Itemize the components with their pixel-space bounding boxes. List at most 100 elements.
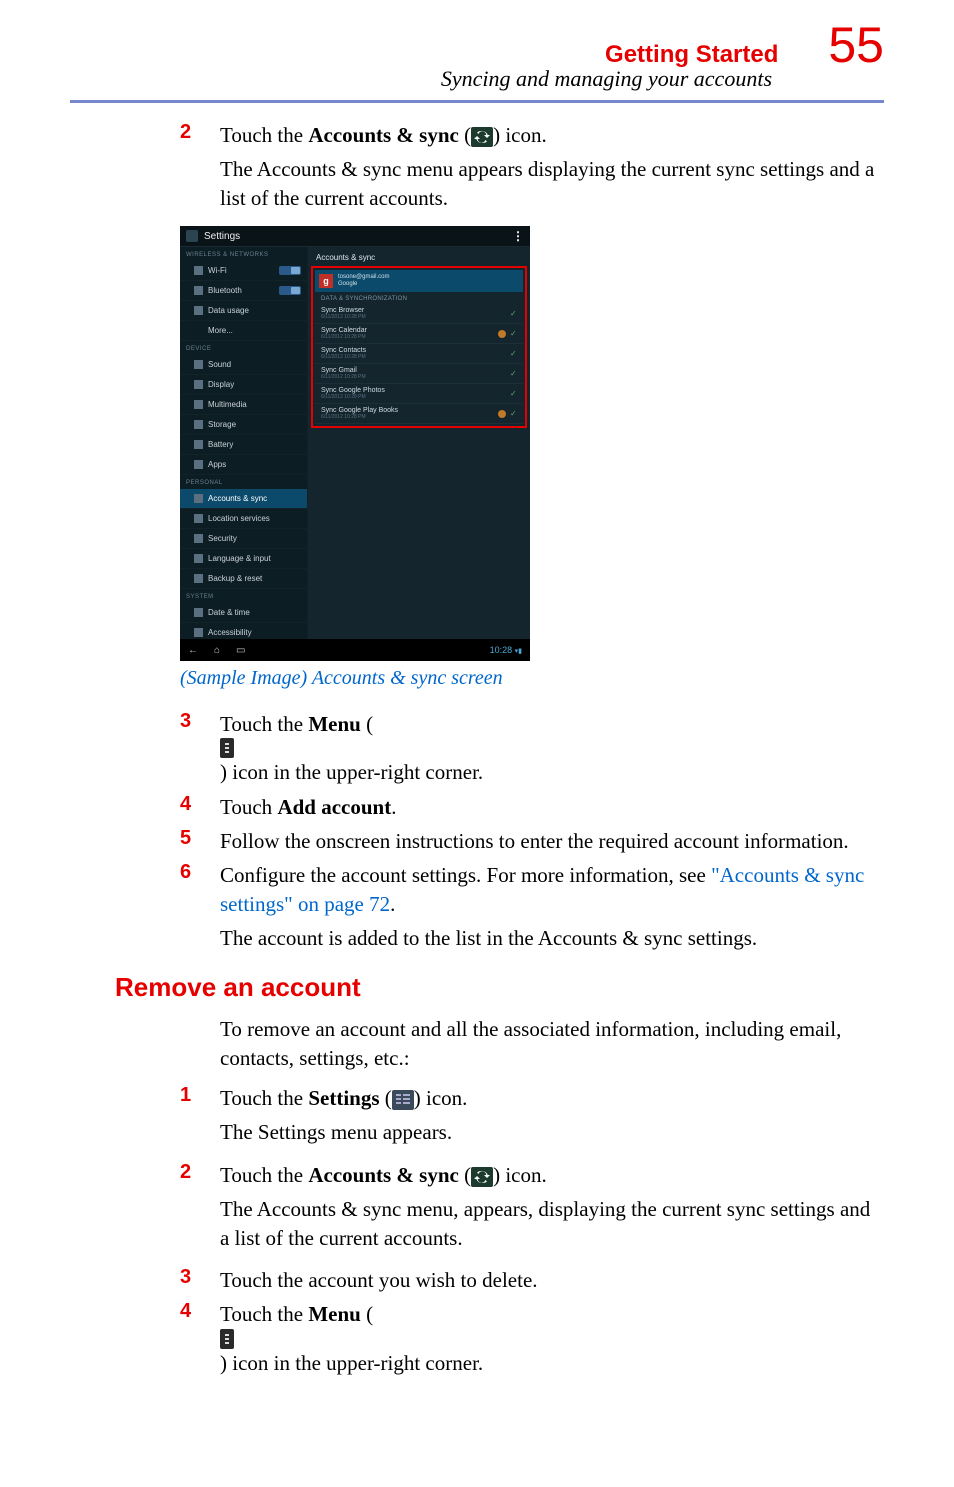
sync-check-icon: ✓ <box>510 370 517 377</box>
bold-label: Menu <box>308 712 361 736</box>
sidebar-item-label: Location services <box>208 514 270 523</box>
bold-label: Accounts & sync <box>308 1163 459 1187</box>
backup-icon <box>194 574 203 583</box>
sidebar-item-apps[interactable]: Apps <box>180 455 307 475</box>
sidebar-item-label: Backup & reset <box>208 574 262 583</box>
bold-label: Add account <box>277 795 391 819</box>
home-button[interactable]: ⌂ <box>214 645 220 656</box>
text: Touch the <box>220 123 308 147</box>
display-icon <box>194 380 203 389</box>
sidebar-item-wifi[interactable]: Wi-Fi <box>180 261 307 281</box>
sync-row[interactable]: Sync Calendar6/11/2012 10:28 PM✓ <box>315 324 523 344</box>
sidebar-category: DEVICE <box>180 341 307 355</box>
sidebar-item-display[interactable]: Display <box>180 375 307 395</box>
account-row[interactable]: g tosone@gmail.com Google <box>315 270 523 292</box>
sidebar-item-label: Sound <box>208 360 231 369</box>
sidebar-item-more[interactable]: More... <box>180 321 307 341</box>
sidebar-item-label: Accounts & sync <box>208 494 267 503</box>
text: ( <box>459 123 471 147</box>
sidebar-item-datetime[interactable]: Date & time <box>180 603 307 623</box>
menu-icon <box>220 738 234 758</box>
header-rule <box>70 100 884 103</box>
sync-row[interactable]: Sync Browser6/11/2012 10:28 PM✓ <box>315 304 523 324</box>
text: Touch the <box>220 1086 308 1110</box>
sidebar-item-sound[interactable]: Sound <box>180 355 307 375</box>
wifi-status-icon: ▾▮ <box>515 648 522 655</box>
back-button[interactable]: ← <box>188 645 198 656</box>
clock-time: 10:28 <box>490 645 513 655</box>
bluetooth-icon <box>194 286 203 295</box>
remove-step-2: 2 Touch the Accounts & sync () icon. <box>180 1161 884 1189</box>
sidebar-item-security[interactable]: Security <box>180 529 307 549</box>
screenshot-title: Settings <box>204 231 240 242</box>
text: ) icon. <box>493 1163 547 1187</box>
step-2: 2 Touch the Accounts & sync () icon. <box>180 121 884 149</box>
sidebar-item-location[interactable]: Location services <box>180 509 307 529</box>
sidebar-item-accessibility[interactable]: Accessibility <box>180 623 307 639</box>
data-sync-header: DATA & SYNCHRONIZATION <box>315 292 523 304</box>
account-email: tosone@gmail.com <box>338 274 389 280</box>
sync-warn-icon <box>498 410 506 418</box>
remove-step-4: 4 Touch the Menu () icon in the upper-ri… <box>180 1300 884 1377</box>
remove-step-1: 1 Touch the Settings () icon. <box>180 1084 884 1112</box>
data-icon <box>194 306 203 315</box>
step-4: 4 Touch Add account. <box>180 793 884 821</box>
sync-row[interactable]: Sync Google Photos6/11/2012 10:28 PM✓ <box>315 384 523 404</box>
sync-rows: Sync Browser6/11/2012 10:28 PM✓Sync Cale… <box>315 304 523 424</box>
recent-button[interactable]: ▭ <box>236 645 245 656</box>
sidebar-item-label: Wi-Fi <box>208 266 227 275</box>
clock-icon <box>194 608 203 617</box>
battery-icon <box>194 440 203 449</box>
sidebar-item-backup[interactable]: Backup & reset <box>180 569 307 589</box>
text: ( <box>459 1163 471 1187</box>
status-clock: 10:28 ▾▮ <box>490 645 522 655</box>
bold-label: Settings <box>308 1086 379 1110</box>
sidebar-item-label: Security <box>208 534 237 543</box>
sidebar-item-label: Accessibility <box>208 628 252 637</box>
sync-row[interactable]: Sync Contacts6/11/2012 10:28 PM✓ <box>315 344 523 364</box>
step-body: Touch the Menu () icon in the upper-righ… <box>220 1300 884 1377</box>
screenshot-body: WIRELESS & NETWORKS Wi-Fi Bluetooth Data… <box>180 247 530 639</box>
sidebar-item-data-usage[interactable]: Data usage <box>180 301 307 321</box>
step-body: Touch the Accounts & sync () icon. <box>220 1161 884 1189</box>
wifi-toggle[interactable] <box>279 266 301 275</box>
sidebar-item-multimedia[interactable]: Multimedia <box>180 395 307 415</box>
sync-icon <box>471 127 493 147</box>
step-number: 3 <box>180 1266 196 1289</box>
text: Touch <box>220 795 277 819</box>
menu-icon <box>220 1329 234 1349</box>
sync-timestamp: 6/11/2012 10:28 PM <box>321 334 367 340</box>
step-body: Follow the onscreen instructions to ente… <box>220 827 884 855</box>
step-6: 6 Configure the account settings. For mo… <box>180 861 884 918</box>
sidebar-item-storage[interactable]: Storage <box>180 415 307 435</box>
screenshot-titlebar: Settings ⋮ <box>180 226 530 247</box>
sync-check-icon: ✓ <box>510 410 517 417</box>
step-3: 3 Touch the Menu () icon in the upper-ri… <box>180 710 884 787</box>
sidebar-item-language[interactable]: Language & input <box>180 549 307 569</box>
sync-warn-icon <box>498 330 506 338</box>
remove-step-2-follow: The Accounts & sync menu, appears, displ… <box>220 1195 884 1252</box>
panel-title: Accounts & sync <box>308 247 530 266</box>
account-text: tosone@gmail.com Google <box>338 274 389 288</box>
text: ( <box>361 1302 373 1326</box>
menu-icon[interactable]: ⋮ <box>512 229 524 243</box>
page-number: 55 <box>828 20 884 70</box>
sync-row[interactable]: Sync Gmail6/11/2012 10:28 PM✓ <box>315 364 523 384</box>
sync-label: Sync Browser <box>321 307 366 314</box>
sidebar-category: SYSTEM <box>180 589 307 603</box>
nav-bar: ← ⌂ ▭ 10:28 ▾▮ <box>180 639 530 661</box>
sync-row[interactable]: Sync Google Play Books6/11/2012 10:28 PM… <box>315 404 523 424</box>
bluetooth-toggle[interactable] <box>279 286 301 295</box>
sync-timestamp: 6/11/2012 10:28 PM <box>321 374 366 380</box>
account-provider: Google <box>338 281 357 287</box>
chapter-subtitle: Syncing and managing your accounts <box>70 66 772 92</box>
section-heading-remove: Remove an account <box>115 972 884 1003</box>
sidebar-item-accounts-sync[interactable]: Accounts & sync <box>180 489 307 509</box>
security-icon <box>194 534 203 543</box>
sidebar-item-bluetooth[interactable]: Bluetooth <box>180 281 307 301</box>
sync-icon <box>194 494 203 503</box>
sidebar-item-label: Date & time <box>208 608 250 617</box>
text: Configure the account settings. For more… <box>220 863 711 887</box>
text: ) icon. <box>414 1086 468 1110</box>
sidebar-item-battery[interactable]: Battery <box>180 435 307 455</box>
